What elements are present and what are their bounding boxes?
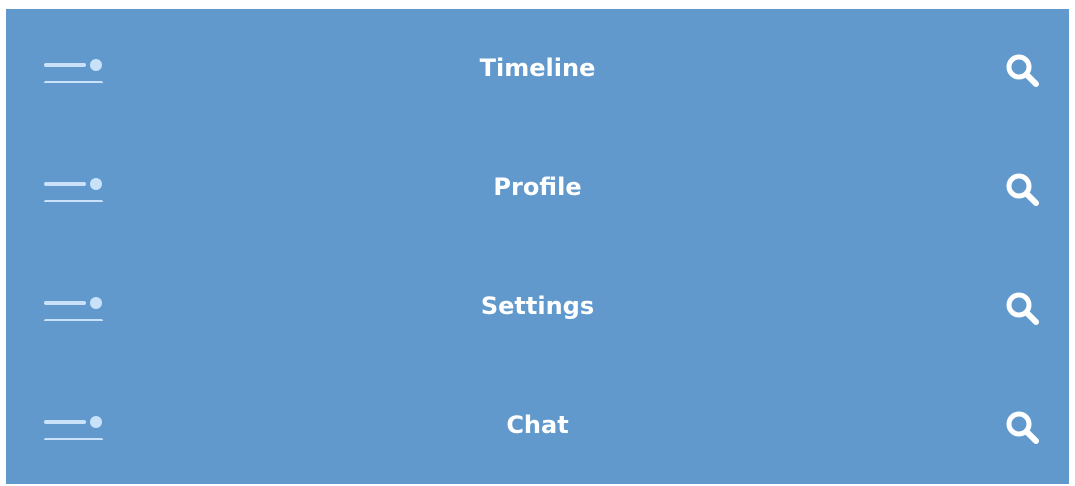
header-title: Settings xyxy=(480,292,595,320)
search-icon[interactable] xyxy=(1002,169,1044,211)
header-bar-settings: Settings xyxy=(6,247,1069,367)
search-icon[interactable] xyxy=(1002,288,1044,330)
menu-icon[interactable] xyxy=(44,410,104,440)
header-bars-panel: Timeline Profile Settings Chat xyxy=(6,9,1069,484)
menu-icon[interactable] xyxy=(44,53,104,83)
header-bar-chat: Chat xyxy=(6,366,1069,486)
menu-icon[interactable] xyxy=(44,172,104,202)
search-icon[interactable] xyxy=(1002,50,1044,92)
header-title: Timeline xyxy=(479,54,596,82)
header-title: Chat xyxy=(506,411,569,439)
header-bar-profile: Profile xyxy=(6,128,1069,248)
header-bar-timeline: Timeline xyxy=(6,9,1069,129)
header-title: Profile xyxy=(493,173,582,201)
menu-icon[interactable] xyxy=(44,291,104,321)
search-icon[interactable] xyxy=(1002,407,1044,449)
